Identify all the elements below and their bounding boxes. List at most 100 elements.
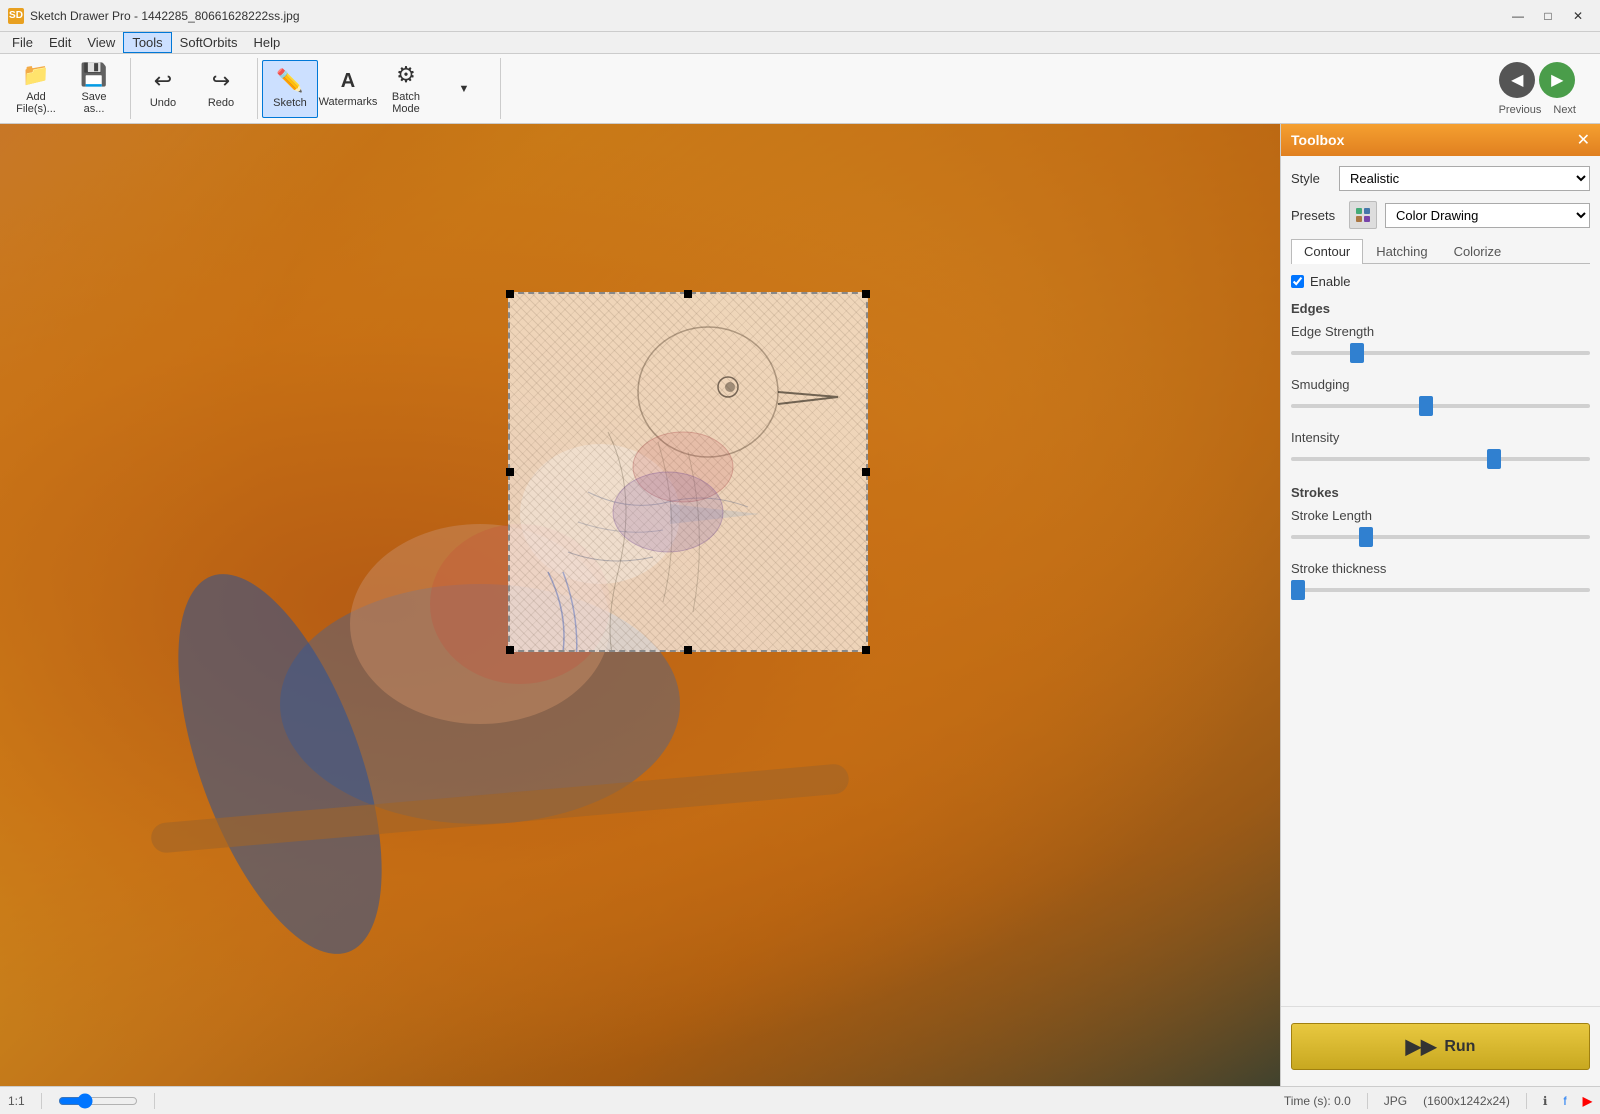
nav-labels: Previous Next (1499, 104, 1576, 116)
menu-tools[interactable]: Tools (123, 32, 171, 53)
presets-row: Presets Color Drawing Black & White Penc… (1291, 201, 1590, 229)
stroke-length-track (1291, 527, 1590, 547)
presets-icon-svg (1354, 206, 1372, 224)
save-as-icon: 💾 (80, 62, 107, 88)
nav-prev-next: ◀ ▶ Previous Next (1499, 62, 1592, 116)
sketch-overlay (508, 292, 868, 652)
edges-title: Edges (1291, 301, 1590, 316)
toolbar-file-group: 📁 Add File(s)... 💾 Save as... (8, 58, 131, 119)
close-button[interactable]: ✕ (1564, 5, 1592, 27)
watermarks-icon: A (341, 70, 355, 93)
more-tools-button[interactable]: ▼ (436, 60, 492, 118)
app-icon: SD (8, 8, 24, 24)
tab-hatching[interactable]: Hatching (1363, 239, 1440, 263)
style-select[interactable]: Realistic Pencil Charcoal Ink (1339, 166, 1590, 191)
batch-mode-icon: ⚙ (396, 62, 416, 88)
previous-button[interactable]: ◀ (1499, 62, 1535, 98)
stroke-length-thumb[interactable] (1359, 527, 1373, 547)
nav-buttons: ◀ ▶ (1499, 62, 1575, 98)
enable-row: Enable (1291, 274, 1590, 289)
intensity-thumb[interactable] (1487, 449, 1501, 469)
save-as-label: Save as... (81, 91, 106, 115)
run-section: ▶▶ Run (1281, 1006, 1600, 1086)
status-dimensions: (1600x1242x24) (1423, 1094, 1510, 1108)
stroke-thickness-thumb[interactable] (1291, 580, 1305, 600)
toolbar: 📁 Add File(s)... 💾 Save as... ↩ Undo ↪ R… (0, 54, 1600, 124)
main-area: Toolbox ✕ Style Realistic Pencil Charcoa… (0, 124, 1600, 1086)
toolbar-edit-group: ↩ Undo ↪ Redo (135, 58, 258, 119)
edge-strength-thumb[interactable] (1350, 343, 1364, 363)
edge-strength-track (1291, 343, 1590, 363)
smudging-thumb[interactable] (1419, 396, 1433, 416)
style-label: Style (1291, 171, 1331, 186)
sketch-lines-svg (508, 292, 868, 652)
minimize-button[interactable]: — (1504, 5, 1532, 27)
presets-label: Presets (1291, 208, 1341, 223)
status-social-2[interactable]: ▶ (1583, 1094, 1592, 1108)
stroke-length-group: Stroke Length (1291, 508, 1590, 547)
menu-view[interactable]: View (79, 33, 123, 52)
smudging-rail (1291, 404, 1590, 408)
title-bar-controls: — □ ✕ (1504, 5, 1592, 27)
status-zoom: 1:1 (8, 1094, 25, 1108)
strokes-section: Strokes Stroke Length Stroke thickness (1291, 485, 1590, 600)
stroke-length-label: Stroke Length (1291, 508, 1590, 523)
stroke-length-rail (1291, 535, 1590, 539)
sketch-label: Sketch (273, 97, 307, 109)
enable-label: Enable (1310, 274, 1350, 289)
sketch-button[interactable]: ✏️ Sketch (262, 60, 318, 118)
menu-softorbits[interactable]: SoftOrbits (172, 33, 246, 52)
intensity-rail (1291, 457, 1590, 461)
stroke-thickness-label: Stroke thickness (1291, 561, 1590, 576)
stroke-thickness-group: Stroke thickness (1291, 561, 1590, 600)
title-bar-text: Sketch Drawer Pro - 1442285_80661628222s… (30, 9, 300, 23)
redo-button[interactable]: ↪ Redo (193, 60, 249, 118)
smudging-track (1291, 396, 1590, 416)
add-files-button[interactable]: 📁 Add File(s)... (8, 60, 64, 118)
batch-mode-button[interactable]: ⚙ Batch Mode (378, 60, 434, 118)
stroke-thickness-track (1291, 580, 1590, 600)
status-info-icon[interactable]: ℹ (1543, 1094, 1548, 1108)
watermarks-label: Watermarks (319, 96, 378, 108)
status-sep-4 (1526, 1093, 1527, 1109)
toolbox-close-button[interactable]: ✕ (1577, 130, 1590, 150)
intensity-track (1291, 449, 1590, 469)
run-label: Run (1444, 1038, 1475, 1056)
status-sep-3 (1367, 1093, 1368, 1109)
tab-colorize[interactable]: Colorize (1441, 239, 1515, 263)
maximize-button[interactable]: □ (1534, 5, 1562, 27)
toolbox-panel: Toolbox ✕ Style Realistic Pencil Charcoa… (1280, 124, 1600, 1086)
run-button[interactable]: ▶▶ Run (1291, 1023, 1590, 1070)
menu-bar: File Edit View Tools SoftOrbits Help (0, 32, 1600, 54)
menu-edit[interactable]: Edit (41, 33, 79, 52)
presets-select[interactable]: Color Drawing Black & White Pencil Sketc… (1385, 203, 1590, 228)
status-sep-1 (41, 1093, 42, 1109)
status-sep-2 (154, 1093, 155, 1109)
stroke-thickness-rail (1291, 588, 1590, 592)
enable-checkbox[interactable] (1291, 275, 1304, 288)
strokes-title: Strokes (1291, 485, 1590, 500)
canvas-area[interactable] (0, 124, 1280, 1086)
next-label: Next (1553, 104, 1576, 116)
watermarks-button[interactable]: A Watermarks (320, 60, 376, 118)
save-as-button[interactable]: 💾 Save as... (66, 60, 122, 118)
zoom-slider[interactable] (58, 1093, 138, 1109)
undo-button[interactable]: ↩ Undo (135, 60, 191, 118)
title-bar-left: SD Sketch Drawer Pro - 1442285_806616282… (8, 8, 300, 24)
tab-contour[interactable]: Contour (1291, 239, 1363, 264)
intensity-group: Intensity (1291, 430, 1590, 469)
next-button[interactable]: ▶ (1539, 62, 1575, 98)
menu-help[interactable]: Help (245, 33, 288, 52)
smudging-group: Smudging (1291, 377, 1590, 416)
status-time: Time (s): 0.0 (1284, 1094, 1351, 1108)
edge-strength-group: Edge Strength (1291, 324, 1590, 363)
style-row: Style Realistic Pencil Charcoal Ink (1291, 166, 1590, 191)
title-bar: SD Sketch Drawer Pro - 1442285_806616282… (0, 0, 1600, 32)
presets-icon-button[interactable] (1349, 201, 1377, 229)
status-social-1[interactable]: f (1563, 1094, 1566, 1108)
toolbar-tools-group: ✏️ Sketch A Watermarks ⚙ Batch Mode ▼ (262, 58, 501, 119)
undo-label: Undo (150, 97, 176, 109)
tabs-row: Contour Hatching Colorize (1291, 239, 1590, 264)
toolbox-title: Toolbox (1291, 132, 1344, 148)
menu-file[interactable]: File (4, 33, 41, 52)
